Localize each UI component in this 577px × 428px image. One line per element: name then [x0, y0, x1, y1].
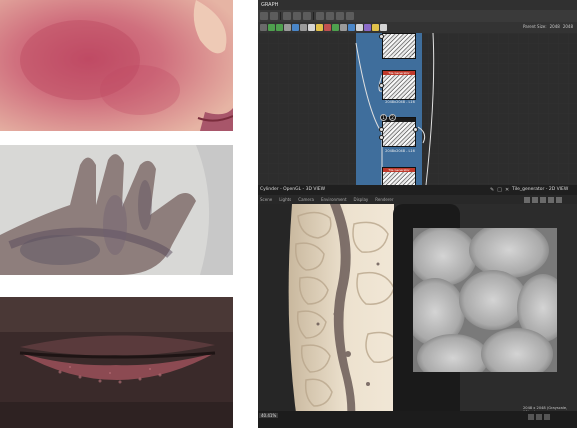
graph-canvas[interactable]: 2048x2048 - L16 Tile Generator 2048x2048…	[258, 33, 577, 197]
pin-icon[interactable]: ✎	[490, 185, 494, 195]
graph-panel-title: GRAPH	[258, 0, 577, 10]
screenshot-page: GRAPH Parent Size: 2048 2048 2048x2048 -…	[0, 0, 577, 428]
node-output-pin[interactable]	[413, 127, 418, 132]
view-tool-3[interactable]	[540, 196, 546, 203]
node-shortcut-13[interactable]	[356, 24, 363, 31]
node-thumbnail	[383, 122, 415, 146]
view-tool-4[interactable]	[548, 196, 554, 203]
view-tool-5[interactable]	[556, 196, 562, 203]
tool-button-6[interactable]	[316, 12, 324, 20]
node-shortcut-14[interactable]	[364, 24, 371, 31]
menu-renderer[interactable]: Renderer	[375, 197, 393, 202]
node-shortcut-10[interactable]	[332, 24, 339, 31]
node-2-size-label: 2048x2048 - L16	[385, 100, 415, 104]
tool-button-8[interactable]	[336, 12, 344, 20]
reference-photo-lips	[0, 297, 233, 428]
menu-camera[interactable]: Camera	[298, 197, 314, 202]
tool-button-4[interactable]	[293, 12, 301, 20]
zoom-level[interactable]: 40.41%	[259, 413, 279, 418]
node-shortcut-4[interactable]	[284, 24, 291, 31]
node-1-size-label: 2048x2048 - L16	[385, 55, 415, 59]
parent-size-label: Parent Size:	[522, 24, 547, 29]
tool-button-1[interactable]	[260, 12, 268, 20]
menu-lights[interactable]: Lights	[279, 197, 291, 202]
node-shortcut-2[interactable]	[268, 24, 275, 31]
tool-button-3[interactable]	[283, 12, 291, 20]
toolbar-separator	[280, 12, 281, 20]
reference-photo-hand	[0, 145, 233, 275]
node-shortcut-6[interactable]	[300, 24, 307, 31]
node-shortcut-1[interactable]	[260, 24, 267, 31]
tool-button-5[interactable]	[303, 12, 311, 20]
reference-photo-cheek	[0, 0, 233, 131]
view-tool-1[interactable]	[524, 196, 530, 203]
parent-size-control[interactable]: Parent Size: 2048 2048	[523, 24, 573, 29]
channel-toggle-2[interactable]	[536, 414, 542, 420]
graph-toolbar	[258, 10, 577, 22]
toolbar-separator	[313, 12, 314, 20]
viewport-header: Cylinder - OpenGL - 3D VIEW ✎ □ ✕ Tile_g…	[258, 185, 577, 195]
tile-generator-node-2[interactable]: Tile Generator	[382, 70, 416, 100]
viewport-2d-toolbar	[524, 195, 562, 204]
node-input-pin[interactable]	[379, 127, 384, 132]
node-shortcut-8[interactable]	[316, 24, 323, 31]
node-shortcut-11[interactable]	[340, 24, 347, 31]
viewport-2d-title: Tile_generator - 2D VIEW	[512, 187, 569, 192]
substance-designer-window: GRAPH Parent Size: 2048 2048 2048x2048 -…	[258, 0, 577, 428]
node-shortcut-7[interactable]	[308, 24, 315, 31]
node-shortcut-15[interactable]	[372, 24, 379, 31]
node-shortcut-5[interactable]	[292, 24, 299, 31]
view-tool-2[interactable]	[532, 196, 538, 203]
node-3-size-label: 2048x2048 - L16	[385, 149, 415, 153]
node-input-pin[interactable]	[379, 34, 384, 39]
viewport-window-controls: ✎ □ ✕	[490, 185, 509, 195]
viewport-2d-status-icons	[528, 414, 550, 420]
tile-generator-preview	[413, 228, 557, 372]
channel-toggle-3[interactable]	[544, 414, 550, 420]
close-icon[interactable]: ✕	[505, 185, 509, 195]
maximize-icon[interactable]: □	[497, 185, 502, 195]
node-shortcut-12[interactable]	[348, 24, 355, 31]
viewport-3d-title: Cylinder - OpenGL - 3D VIEW	[260, 187, 326, 192]
channel-toggle-1[interactable]	[528, 414, 534, 420]
node-shortcut-3[interactable]	[276, 24, 283, 31]
number-badge-icon: 1	[380, 114, 387, 121]
parent-size-width[interactable]: 2048	[550, 24, 560, 29]
node-input-pin[interactable]	[379, 135, 384, 140]
parent-size-height[interactable]: 2048	[563, 24, 573, 29]
number-badge-icon: 2	[389, 114, 396, 121]
tool-button-9[interactable]	[346, 12, 354, 20]
menu-environment[interactable]: Environment	[321, 197, 347, 202]
tool-button-2[interactable]	[270, 12, 278, 20]
menu-scene[interactable]: Scene	[260, 197, 272, 202]
node-thumbnail	[383, 75, 415, 99]
menu-display[interactable]: Display	[354, 197, 369, 202]
blend-node-3[interactable]	[382, 117, 416, 147]
node-shortcut-9[interactable]	[324, 24, 331, 31]
node-input-pin[interactable]	[379, 83, 384, 88]
tool-button-7[interactable]	[326, 12, 334, 20]
node-shortcut-16[interactable]	[380, 24, 387, 31]
